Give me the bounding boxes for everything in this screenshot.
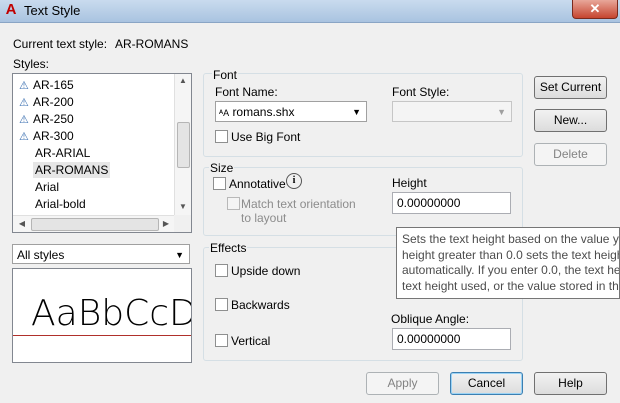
chevron-down-icon: ▼ — [352, 107, 361, 117]
styles-list[interactable]: ⚠ AR-165 ⚠ AR-200 ⚠ AR-250 ⚠ AR-300 AR-ARIAL… — [12, 73, 192, 233]
font-name-dropdown[interactable]: ᴬA romans.shx ▼ — [215, 101, 367, 122]
list-item[interactable]: ⚠ AR-200 — [19, 94, 74, 110]
list-item[interactable]: Arial-bold — [35, 196, 86, 212]
effects-group-label: Effects — [209, 241, 248, 255]
scroll-up-icon[interactable]: ▲ — [175, 76, 191, 85]
list-item-selected[interactable]: AR-ROMANS — [33, 162, 111, 178]
window-title: Text Style — [24, 3, 81, 18]
horizontal-scrollbar[interactable]: ◀ ▶ — [13, 215, 174, 232]
scroll-down-icon[interactable]: ▼ — [175, 202, 191, 211]
list-item[interactable]: ⚠ AR-165 — [19, 77, 74, 93]
apply-button[interactable]: Apply — [366, 372, 439, 395]
height-input[interactable]: 0.00000000 — [392, 192, 511, 214]
title-bar[interactable]: A Text Style ✕ — [0, 0, 620, 23]
font-name-label: Font Name: — [215, 85, 278, 99]
cancel-button[interactable]: Cancel — [450, 372, 523, 395]
autocad-logo-icon: A — [5, 1, 17, 18]
style-preview: AaBbCcD — [12, 268, 192, 363]
help-button[interactable]: Help — [534, 372, 607, 395]
preview-baseline — [13, 335, 191, 336]
scroll-thumb[interactable] — [177, 122, 190, 168]
height-label: Height — [392, 176, 427, 190]
oblique-angle-input[interactable]: 0.00000000 — [392, 328, 511, 350]
use-big-font-label: Use Big Font — [231, 130, 301, 144]
info-icon[interactable]: i — [286, 173, 302, 189]
chevron-down-icon: ▼ — [175, 250, 184, 260]
size-group-label: Size — [209, 161, 235, 175]
annotative-label: Annotative — [229, 177, 286, 191]
vertical-scrollbar[interactable]: ▲ ▼ — [174, 74, 191, 215]
oblique-angle-label: Oblique Angle: — [391, 312, 470, 326]
annotative-icon: ⚠ — [19, 114, 29, 126]
list-item[interactable]: ⚠ AR-300 — [19, 128, 74, 144]
new-style-button[interactable]: New... — [534, 109, 607, 132]
styles-label: Styles: — [13, 57, 50, 71]
match-orientation-label: Match text orientation to layout — [241, 197, 356, 225]
font-group-label: Font — [212, 68, 239, 82]
annotative-icon: ⚠ — [19, 97, 29, 109]
shx-font-icon: ᴬA — [219, 108, 230, 118]
font-style-dropdown[interactable]: ▼ — [392, 101, 512, 122]
list-item[interactable]: Arial — [35, 179, 59, 195]
scroll-thumb[interactable] — [31, 218, 159, 231]
chevron-down-icon: ▼ — [497, 107, 506, 117]
upside-down-label: Upside down — [231, 264, 301, 278]
annotative-checkbox[interactable] — [213, 177, 226, 190]
delete-button[interactable]: Delete — [534, 143, 607, 166]
preview-sample-text: AaBbCcD — [31, 293, 192, 334]
annotative-icon: ⚠ — [19, 131, 29, 143]
vertical-label: Vertical — [231, 334, 271, 348]
backwards-checkbox[interactable] — [215, 298, 228, 311]
list-item[interactable]: AR-ARIAL — [35, 145, 90, 161]
annotative-icon: ⚠ — [19, 80, 29, 92]
scroll-corner — [174, 215, 191, 232]
close-button[interactable]: ✕ — [572, 0, 618, 19]
height-tooltip: Sets the text height based on the value … — [396, 227, 620, 299]
scroll-left-icon[interactable]: ◀ — [14, 219, 30, 228]
match-orientation-checkbox[interactable] — [227, 197, 240, 210]
scroll-right-icon[interactable]: ▶ — [158, 219, 174, 228]
upside-down-checkbox[interactable] — [215, 264, 228, 277]
font-style-label: Font Style: — [392, 85, 450, 99]
current-style-label: Current text style: — [13, 37, 108, 51]
set-current-button[interactable]: Set Current — [534, 76, 607, 99]
vertical-checkbox[interactable] — [215, 334, 228, 347]
styles-filter-dropdown[interactable]: All styles ▼ — [12, 244, 190, 264]
use-big-font-checkbox[interactable] — [215, 130, 228, 143]
list-item[interactable]: ⚠ AR-250 — [19, 111, 74, 127]
backwards-label: Backwards — [231, 298, 290, 312]
current-style-value: AR-ROMANS — [115, 37, 189, 51]
